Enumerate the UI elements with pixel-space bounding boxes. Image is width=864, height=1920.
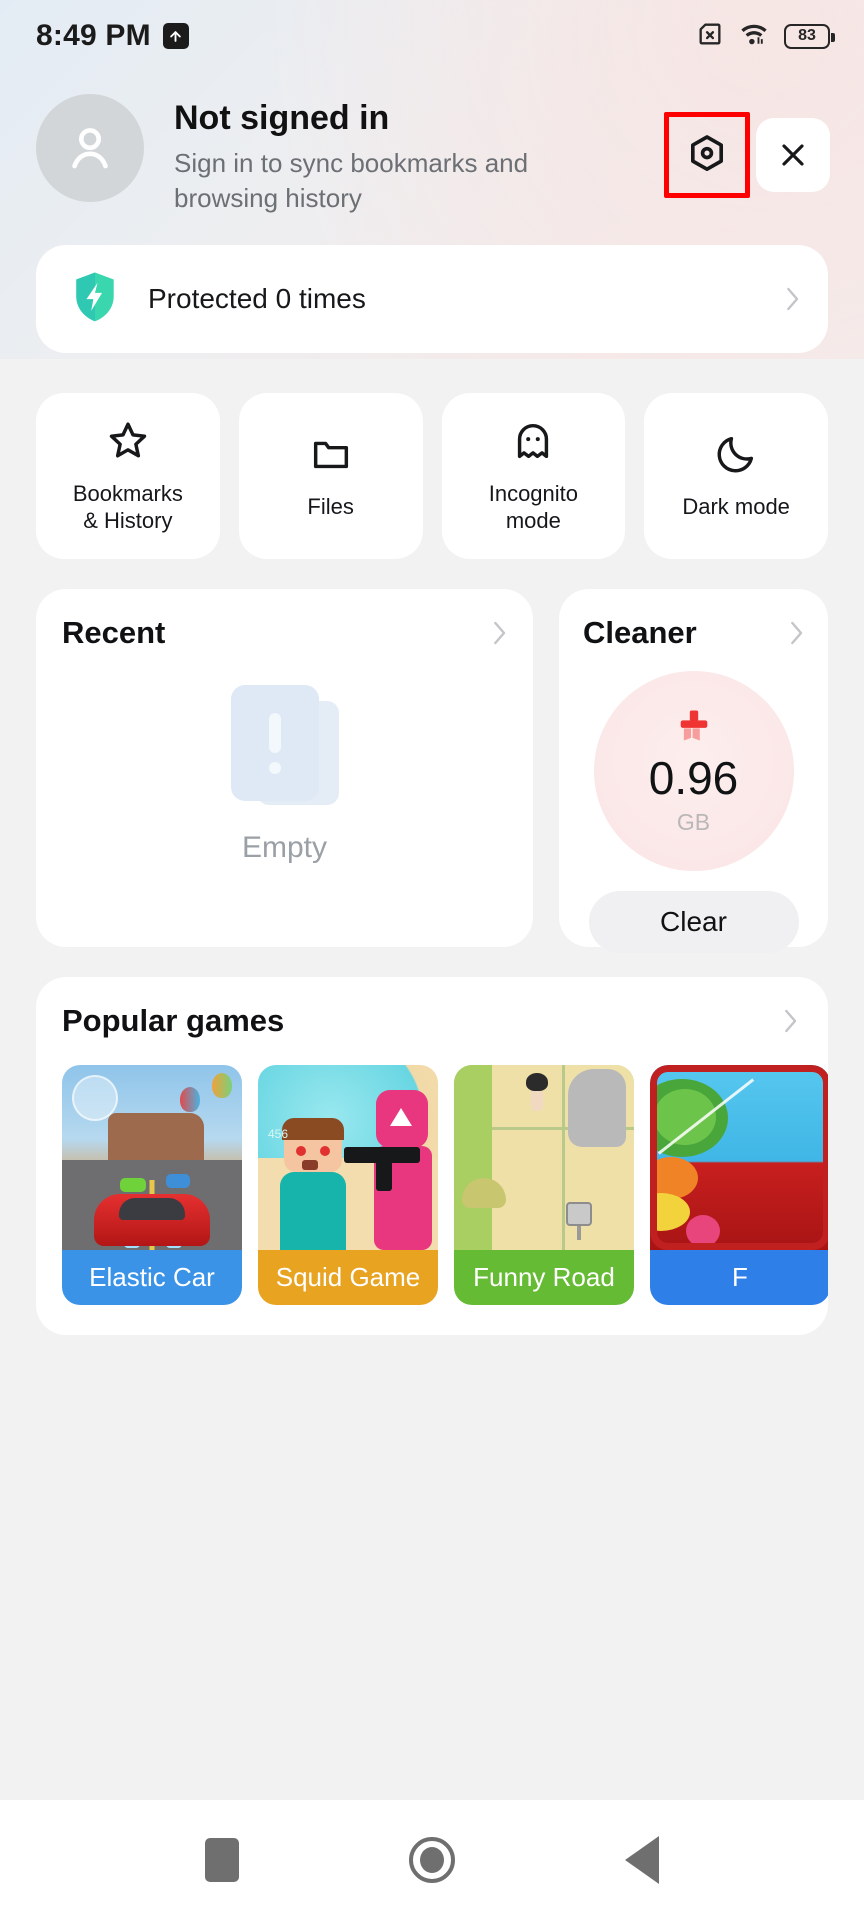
popular-games-card: Popular games Elastic Car 456 Squid Game… [36, 977, 828, 1336]
quick-action-label: Dark mode [682, 494, 790, 520]
cleaner-title: Cleaner [583, 615, 697, 651]
popular-games-header: Popular games [36, 1003, 828, 1039]
game-tile[interactable]: Funny Road [454, 1065, 634, 1306]
chevron-right-icon[interactable] [786, 287, 800, 311]
cleaner-card[interactable]: Cleaner 0.96 GB Clear [559, 589, 828, 954]
status-clock: 8:49 PM [36, 19, 151, 52]
game-title: Elastic Car [62, 1250, 242, 1306]
status-bar: 8:49 PM 83 [0, 0, 864, 72]
close-button[interactable] [756, 118, 830, 192]
popular-games-title: Popular games [62, 1003, 285, 1039]
upload-arrow-icon [162, 23, 189, 49]
hero-header: 8:49 PM 83 Not signed in Sign in to sync… [0, 0, 864, 359]
chevron-right-icon[interactable] [493, 621, 507, 645]
quick-action-files[interactable]: Files [238, 393, 423, 560]
game-title: F [650, 1250, 828, 1306]
protection-row[interactable]: Protected 0 times [36, 245, 828, 354]
battery-indicator: 83 [784, 23, 835, 49]
game-thumbnail-fruit [650, 1065, 828, 1251]
android-nav-bar [0, 1800, 864, 1920]
moon-icon [713, 431, 759, 482]
shield-bolt-icon [70, 270, 120, 329]
game-tile[interactable]: 456 Squid Game [258, 1065, 438, 1306]
settings-button[interactable] [664, 112, 750, 198]
game-tile[interactable]: Elastic Car [62, 1065, 242, 1306]
game-title: Squid Game [258, 1250, 438, 1306]
clear-button[interactable]: Clear [588, 891, 799, 954]
recent-empty-label: Empty [241, 831, 328, 865]
protection-label: Protected 0 times [148, 283, 366, 315]
game-thumbnail-racing [62, 1065, 242, 1251]
quick-action-label: Incognito mode [488, 480, 579, 533]
cleaner-brush-icon [672, 706, 716, 753]
account-actions [664, 94, 830, 198]
status-bar-right: 83 [696, 20, 835, 53]
back-triangle-icon[interactable] [625, 1836, 659, 1884]
account-text-block: Not signed in Sign in to sync bookmarks … [144, 94, 664, 215]
recent-card[interactable]: Recent Empty [36, 589, 533, 948]
game-tile[interactable]: F [650, 1065, 828, 1306]
cleaner-value: 0.96 [648, 752, 739, 805]
recent-card-header: Recent [62, 615, 507, 651]
game-title: Funny Road [454, 1250, 634, 1306]
account-title: Not signed in [174, 99, 390, 137]
ghost-icon [510, 418, 556, 469]
game-thumbnail-road [454, 1065, 634, 1251]
recent-title: Recent [62, 615, 166, 651]
game-thumbnail-squid: 456 [258, 1065, 438, 1251]
page-spacer [0, 1335, 864, 1800]
star-icon [105, 418, 151, 469]
quick-actions-row: Bookmarks & History Files Incognito mode [0, 359, 864, 560]
account-header[interactable]: Not signed in Sign in to sync bookmarks … [0, 72, 864, 245]
battery-level-label: 83 [798, 27, 816, 44]
status-bar-left: 8:49 PM [36, 19, 189, 53]
cleaner-unit: GB [676, 809, 711, 836]
recent-empty-state: Empty [36, 685, 533, 865]
empty-document-icon [230, 685, 339, 806]
chevron-right-icon[interactable] [790, 621, 804, 645]
folder-icon [308, 431, 354, 482]
account-subtitle: Sign in to sync bookmarks and browsing h… [174, 148, 529, 213]
home-circle-icon[interactable] [409, 1837, 455, 1883]
quick-action-incognito[interactable]: Incognito mode [441, 393, 626, 560]
quick-action-dark-mode[interactable]: Dark mode [644, 393, 828, 560]
mid-cards-row: Recent Empty Cleaner 0.96 GB Clear [0, 559, 864, 954]
cleaner-card-header: Cleaner [583, 615, 804, 651]
quick-action-label: Files [307, 494, 354, 520]
popular-games-list[interactable]: Elastic Car 456 Squid Game Funny Road F [36, 1039, 828, 1306]
recents-square-icon[interactable] [205, 1838, 239, 1882]
wifi-icon [739, 21, 769, 52]
quick-action-bookmarks[interactable]: Bookmarks & History [36, 393, 220, 560]
sim-card-off-icon [696, 20, 724, 53]
avatar[interactable] [36, 94, 144, 202]
cleaner-gauge: 0.96 GB [593, 671, 794, 872]
browser-home-screen: 8:49 PM 83 Not signed in Sign in to sync… [0, 0, 864, 1920]
chevron-right-icon[interactable] [784, 1009, 798, 1033]
quick-action-label: Bookmarks & History [72, 480, 183, 533]
